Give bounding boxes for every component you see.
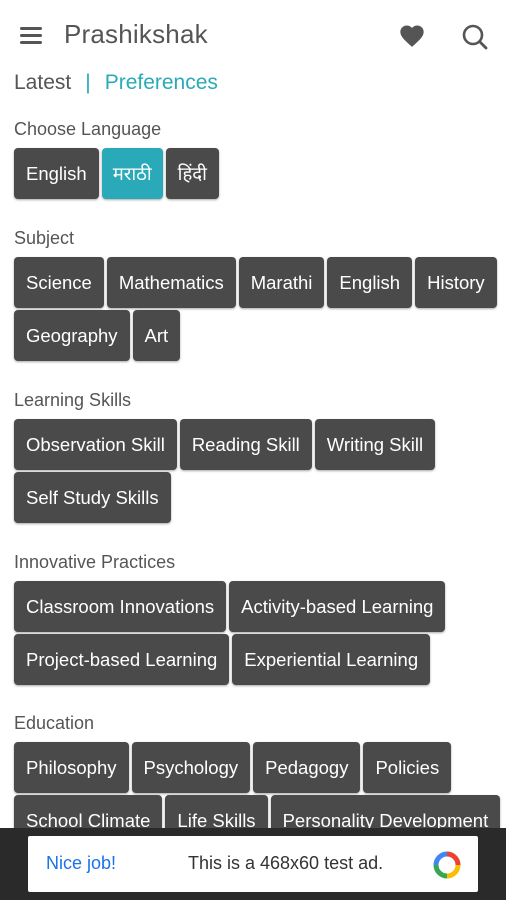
search-icon[interactable] bbox=[460, 22, 490, 52]
language-chip-hindi[interactable]: हिंदी bbox=[165, 148, 219, 199]
education-section-label: Education bbox=[14, 713, 95, 733]
heart-icon[interactable] bbox=[398, 22, 426, 50]
hamburger-menu-icon[interactable] bbox=[18, 24, 44, 48]
practice-chip-project-based-learning[interactable]: Project-based Learning bbox=[14, 634, 230, 685]
tab-preferences[interactable]: Preferences bbox=[105, 71, 218, 95]
subject-chip-geography[interactable]: Geography bbox=[14, 310, 130, 361]
education-chip-psychology[interactable]: Psychology bbox=[131, 742, 251, 793]
innovative-practices-chip-row-1: Classroom Innovations Activity-based Lea… bbox=[14, 581, 448, 632]
skill-chip-reading[interactable]: Reading Skill bbox=[179, 419, 312, 470]
subject-section-label: Subject bbox=[14, 228, 75, 248]
skill-chip-writing[interactable]: Writing Skill bbox=[314, 419, 436, 470]
tab-bar: Latest | Preferences bbox=[14, 68, 218, 98]
education-chip-pedagogy[interactable]: Pedagogy bbox=[253, 742, 361, 793]
practice-chip-experiential-learning[interactable]: Experiential Learning bbox=[232, 634, 431, 685]
tab-separator: | bbox=[85, 71, 91, 94]
subject-chip-mathematics[interactable]: Mathematics bbox=[106, 257, 236, 308]
subject-chip-english[interactable]: English bbox=[327, 257, 413, 308]
ad-text: This is a 468x60 test ad. bbox=[188, 853, 384, 873]
app-title: Prashikshak bbox=[64, 19, 208, 49]
skill-chip-observation[interactable]: Observation Skill bbox=[14, 419, 177, 470]
language-chip-marathi[interactable]: मराठी bbox=[101, 148, 163, 199]
subject-chip-art[interactable]: Art bbox=[132, 310, 181, 361]
language-section-label: Choose Language bbox=[14, 119, 162, 139]
practice-chip-activity-based-learning[interactable]: Activity-based Learning bbox=[229, 581, 446, 632]
ad-banner-bar: Nice job! This is a 468x60 test ad. bbox=[0, 828, 506, 900]
app-bar: Prashikshak bbox=[0, 0, 506, 70]
language-chip-english[interactable]: English bbox=[14, 148, 99, 199]
preferences-screen: Prashikshak Latest | Preferences Choose … bbox=[0, 0, 506, 900]
education-chip-policies[interactable]: Policies bbox=[363, 742, 452, 793]
practice-chip-classroom-innovations[interactable]: Classroom Innovations bbox=[14, 581, 227, 632]
ad-choices-logo-icon bbox=[432, 850, 462, 880]
tab-latest[interactable]: Latest bbox=[14, 71, 71, 95]
education-chip-philosophy[interactable]: Philosophy bbox=[14, 742, 129, 793]
skill-chip-self-study[interactable]: Self Study Skills bbox=[14, 472, 171, 523]
language-chip-row: English मराठी हिंदी bbox=[14, 148, 222, 199]
learning-skills-chip-row-2: Self Study Skills bbox=[14, 472, 174, 523]
innovative-practices-section-label: Innovative Practices bbox=[14, 552, 176, 572]
education-chip-row-1: Philosophy Psychology Pedagogy Policies bbox=[14, 742, 454, 793]
innovative-practices-chip-row-2: Project-based Learning Experiential Lear… bbox=[14, 634, 433, 685]
learning-skills-section-label: Learning Skills bbox=[14, 390, 132, 410]
subject-chip-row-1: Science Mathematics Marathi English Hist… bbox=[14, 257, 500, 308]
ad-nice-job-label: Nice job! bbox=[46, 853, 117, 873]
test-ad[interactable]: Nice job! This is a 468x60 test ad. bbox=[28, 836, 478, 892]
learning-skills-chip-row-1: Observation Skill Reading Skill Writing … bbox=[14, 419, 438, 470]
subject-chip-marathi[interactable]: Marathi bbox=[238, 257, 325, 308]
subject-chip-row-2: Geography Art bbox=[14, 310, 183, 361]
subject-chip-history[interactable]: History bbox=[415, 257, 497, 308]
subject-chip-science[interactable]: Science bbox=[14, 257, 104, 308]
